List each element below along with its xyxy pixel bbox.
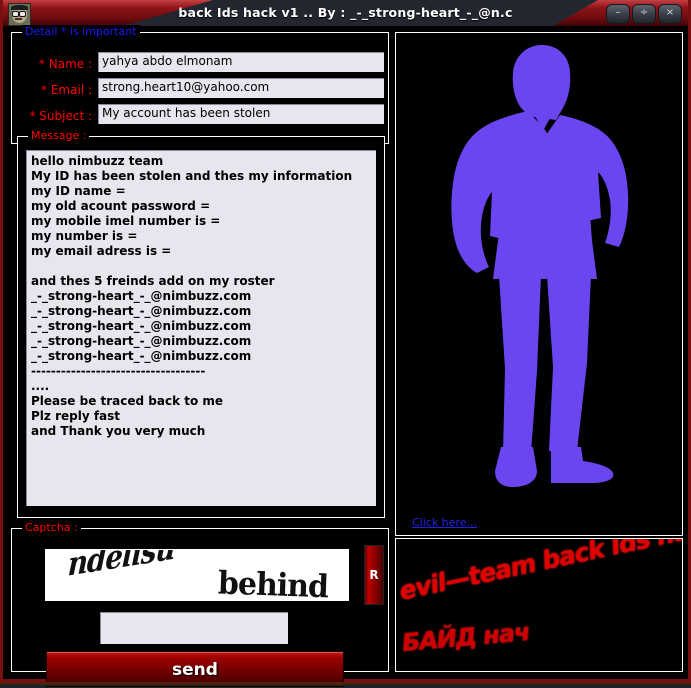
captcha-group-legend: Captcha : <box>22 521 81 534</box>
subject-label: * Subject : <box>29 105 92 127</box>
title-bar[interactable]: back Ids hack v1 .. By : _-_strong-heart… <box>3 0 688 26</box>
window-controls: – ÷ × <box>606 4 682 24</box>
window-title: back Ids hack v1 .. By : _-_strong-heart… <box>3 0 688 26</box>
captcha-word-one: ndelisu <box>67 549 176 584</box>
subject-label-row: * Subject : <box>22 105 92 127</box>
captcha-group: Captcha : ndelisu behind R send <box>11 528 389 672</box>
detail-group: Detail * is important * Name : yahya abd… <box>11 32 389 144</box>
captcha-word-two: behind <box>217 565 328 601</box>
captcha-refresh-button[interactable]: R <box>364 545 384 605</box>
click-here-link[interactable]: Click here... <box>412 516 477 529</box>
captcha-image: ndelisu behind <box>45 549 349 601</box>
banner-line-one: evil—team back Ids hack v1 <box>399 539 682 606</box>
message-textarea[interactable]: hello nimbuzz team My ID has been stolen… <box>25 149 377 507</box>
name-input[interactable]: yahya abdo elmonam <box>97 51 385 73</box>
name-label: * Name : <box>39 53 92 75</box>
email-label: * Email : <box>41 79 92 101</box>
maximize-button[interactable]: ÷ <box>632 4 656 24</box>
window-body: Detail * is important * Name : yahya abd… <box>3 26 688 678</box>
subject-input[interactable]: My account has been stolen <box>97 103 385 125</box>
name-label-row: * Name : <box>32 53 92 75</box>
message-group: Message : hello nimbuzz team My ID has b… <box>17 136 385 518</box>
minimize-button[interactable]: – <box>606 4 630 24</box>
banner-panel: evil—team back Ids hack v1 БАЙД нач <box>395 538 683 672</box>
man-silhouette-icon <box>396 33 682 503</box>
message-group-legend: Message : <box>28 129 89 142</box>
taskbar[interactable] <box>0 682 691 686</box>
detail-group-legend: Detail * is important <box>22 25 140 38</box>
email-input[interactable]: strong.heart10@yahoo.com <box>97 77 385 99</box>
close-button[interactable]: × <box>658 4 682 24</box>
banner-graffiti: evil—team back Ids hack v1 БАЙД нач <box>396 539 682 671</box>
banner-line-two: БАЙД нач <box>401 618 531 657</box>
image-panel: Click here... <box>395 32 683 536</box>
captcha-input[interactable] <box>99 611 289 645</box>
application-window: back Ids hack v1 .. By : _-_strong-heart… <box>0 0 691 682</box>
email-label-row: * Email : <box>32 79 92 101</box>
